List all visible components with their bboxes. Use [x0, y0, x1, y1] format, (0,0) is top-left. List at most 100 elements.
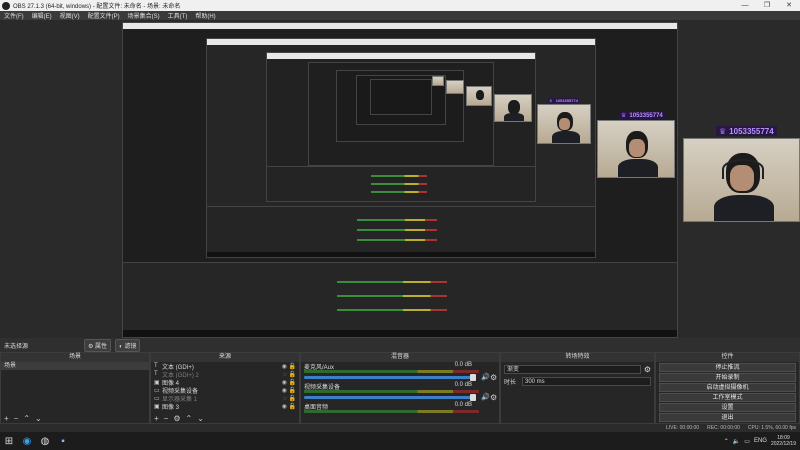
audio-mixer-dock: 混音器 麦克风/Aux 0.0 dB 🔊 ⚙ 视频采集设备 0.0 dB 🔊 ⚙… [300, 352, 500, 424]
visibility-lock-icons[interactable]: ◉ 🔓 [279, 379, 299, 386]
no-source-selected-label: 未选择源 [4, 343, 29, 350]
duration-row: 时长 300 ms [504, 376, 651, 386]
crown-icon: ♛ [719, 126, 727, 136]
source-toolbar: 未选择源 ⚙ 属性 ◐ 滤镜 [0, 338, 800, 352]
webcam-overlay [537, 104, 591, 144]
menu-file[interactable]: 文件(F) [0, 11, 28, 20]
rec-status: REC: 00:00:00 [707, 425, 740, 431]
menu-help[interactable]: 帮助(H) [191, 11, 219, 20]
close-button[interactable]: ✕ [778, 0, 800, 11]
move-up-icon[interactable]: ⌃ [23, 414, 30, 423]
webcam-overlay [597, 120, 675, 178]
duration-input[interactable]: 300 ms [522, 376, 651, 386]
nested-obs-window [370, 79, 432, 115]
volume-slider[interactable] [304, 396, 472, 399]
nested-dock [206, 206, 596, 258]
obs-logo-icon [2, 1, 10, 10]
move-down-icon[interactable]: ⌄ [35, 414, 42, 423]
move-down-icon[interactable]: ⌄ [197, 414, 204, 423]
menu-scene-collection[interactable]: 场景集合(S) [124, 11, 164, 20]
volume-meter [304, 410, 479, 413]
image-icon: ▣ [154, 379, 160, 386]
edge-browser-icon[interactable]: ◉ [18, 432, 36, 450]
properties-label: 属性 [95, 343, 108, 350]
transition-select[interactable]: 渐变 [504, 364, 641, 374]
volume-meter [304, 390, 479, 393]
remove-scene-icon[interactable]: − [14, 414, 19, 423]
badge-text: 1053355774 [629, 112, 663, 119]
filters-button[interactable]: ◐ 滤镜 [115, 338, 141, 352]
remove-source-icon[interactable]: − [164, 414, 169, 423]
visibility-lock-icons[interactable]: ◉ 🔓 [279, 387, 299, 394]
cpu-status: CPU: 1.5%, 60.00 fps [747, 425, 796, 431]
scenes-header: 场景 [1, 353, 149, 362]
display-icon: ▭ [154, 395, 160, 402]
clock-date: 2022/12/19 [770, 441, 796, 447]
track-db: 0.0 dB [454, 382, 472, 388]
user-id-badge: ♛ 1053355774 [548, 98, 579, 103]
gear-icon[interactable]: ⚙ [490, 393, 497, 402]
language-indicator[interactable]: ENG [754, 438, 767, 444]
chevron-up-icon[interactable]: ⌃ [724, 438, 729, 445]
window-titlebar: OBS 27.1.3 (64-bit, windows) - 配置文件: 未命名… [0, 0, 800, 11]
webcam-overlay [432, 76, 444, 86]
image-icon: ▣ [154, 403, 160, 410]
source-item[interactable]: ▣ 图像 3 ◉ 🔓 [151, 402, 299, 411]
crown-icon: ♛ [621, 113, 627, 119]
gear-icon[interactable]: ⚙ [644, 365, 651, 374]
stop-streaming-button[interactable]: 停止推流 [659, 363, 796, 372]
windows-start-icon[interactable]: ⊞ [0, 432, 18, 450]
user-id-badge: ♛ 1053355774 [716, 126, 777, 136]
speaker-icon[interactable]: 🔈 [733, 438, 740, 445]
network-icon[interactable]: ▭ [744, 438, 750, 445]
text-icon: T [154, 363, 158, 369]
webcam-overlay [446, 80, 464, 94]
speaker-icon[interactable]: 🔊 [481, 373, 490, 381]
properties-button[interactable]: ⚙ 属性 [84, 338, 112, 352]
source-name: 图像 3 [162, 404, 180, 411]
mixer-track: 麦克风/Aux 0.0 dB 🔊 ⚙ [304, 362, 497, 382]
taskbar-clock[interactable]: 18:09 2022/12/19 [771, 435, 796, 447]
volume-slider[interactable] [304, 376, 472, 379]
move-up-icon[interactable]: ⌃ [186, 414, 193, 423]
badge-text: 1053355774 [555, 98, 578, 103]
sources-dock: 来源 T 文本 (GDI+) ◉ 🔓 T 文本 (GDI+) 2 ◌ 🔓 ▣ 图… [150, 352, 300, 424]
controls-header: 控件 [656, 353, 799, 362]
menu-tools[interactable]: 工具(T) [164, 11, 192, 20]
live-status: LIVE: 00:00:00 [666, 425, 700, 431]
visibility-lock-icons[interactable]: ◉ 🔓 [279, 363, 299, 370]
filters-label: 滤镜 [124, 343, 137, 350]
menu-view[interactable]: 视图(V) [56, 11, 84, 20]
track-db: 0.0 dB [454, 402, 472, 408]
gear-icon[interactable]: ⚙ [490, 373, 497, 382]
speaker-icon[interactable]: 🔊 [481, 393, 490, 401]
source-properties-icon[interactable]: ⚙ [173, 414, 180, 423]
settings-button[interactable]: 设置 [659, 403, 796, 412]
add-scene-icon[interactable]: + [4, 414, 9, 423]
system-tray: ⌃ 🔈 ▭ ENG 18:09 2022/12/19 [724, 435, 800, 447]
obs-taskbar-icon[interactable]: ◍ [36, 432, 54, 450]
maximize-button[interactable]: ❐ [756, 0, 778, 11]
mixer-header: 混音器 [301, 353, 499, 362]
exit-button[interactable]: 退出 [659, 413, 796, 422]
webcam-overlay [466, 86, 492, 106]
volume-slider-handle[interactable] [470, 374, 476, 381]
text-icon: T [154, 371, 158, 377]
scene-item[interactable]: 场景 [1, 362, 149, 370]
minimize-button[interactable]: — [734, 0, 756, 11]
scenes-dock: 场景 场景 + − ⌃ ⌄ [0, 352, 150, 424]
virtual-camera-button[interactable]: 启动虚拟摄像机 [659, 383, 796, 392]
add-source-icon[interactable]: + [154, 414, 159, 423]
preview-canvas[interactable]: ♛ 1053355774 ♛ 1053355774 ♛ 1053355774 [0, 20, 800, 338]
studio-mode-button[interactable]: 工作室模式 [659, 393, 796, 402]
start-recording-button[interactable]: 开始录制 [659, 373, 796, 382]
visibility-lock-icons[interactable]: ◌ 🔓 [279, 395, 299, 402]
visibility-lock-icons[interactable]: ◌ 🔓 [279, 371, 299, 378]
mixer-track: 桌面音频 0.0 dB [304, 402, 496, 422]
visibility-lock-icons[interactable]: ◉ 🔓 [279, 403, 299, 410]
menu-profile[interactable]: 配置文件(P) [84, 11, 124, 20]
nested-dock [122, 262, 678, 338]
app-taskbar-icon[interactable]: ▪ [54, 432, 72, 450]
menu-edit[interactable]: 编辑(E) [28, 11, 56, 20]
volume-slider-handle[interactable] [470, 394, 476, 401]
